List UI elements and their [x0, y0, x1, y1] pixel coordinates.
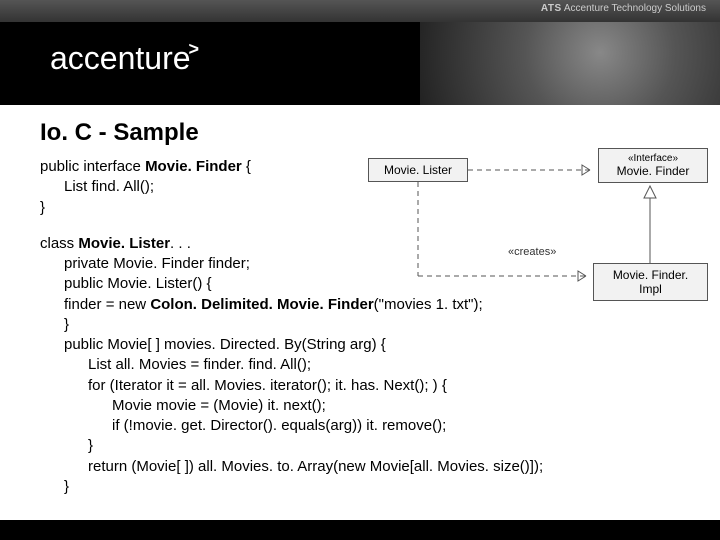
- code-text: Movie. Lister: [78, 235, 170, 252]
- ats-label: ATS Accenture Technology Solutions: [541, 3, 706, 14]
- code-text: public interface: [40, 158, 145, 175]
- code-text: Movie. Finder: [145, 158, 246, 175]
- ats-rest: Accenture Technology Solutions: [562, 3, 706, 14]
- code-text: public Movie[ ] movies. Directed. By(Str…: [40, 335, 692, 355]
- code-text: {: [246, 158, 251, 175]
- code-block-2: class Movie. Lister. . . private Movie. …: [40, 234, 692, 497]
- code-text: Colon. Delimited. Movie. Finder: [150, 296, 373, 313]
- code-text: List find. All();: [40, 177, 692, 197]
- slide-content: Io. C - Sample public interface Movie. F…: [0, 105, 720, 497]
- code-text: class: [40, 235, 78, 252]
- code-text: Movie movie = (Movie) it. next();: [40, 396, 692, 416]
- code-text: }: [40, 436, 692, 456]
- code-text: List all. Movies = finder. find. All();: [40, 355, 692, 375]
- accenture-logo: accenture>: [50, 40, 201, 77]
- code-text: for (Iterator it = all. Movies. iterator…: [40, 376, 692, 396]
- logo-arrow-icon: >: [189, 39, 200, 59]
- code-text: }: [40, 477, 692, 497]
- slide-title: Io. C - Sample: [40, 119, 692, 147]
- ats-strong: ATS: [541, 3, 562, 14]
- logo-text: accenture: [50, 40, 191, 76]
- header-top-strip: ATS Accenture Technology Solutions: [0, 0, 720, 22]
- code-text: public Movie. Lister() {: [40, 274, 692, 294]
- code-text: if (!movie. get. Director(). equals(arg)…: [40, 416, 692, 436]
- header-bar: ATS Accenture Technology Solutions accen…: [0, 0, 720, 105]
- code-text: }: [40, 198, 692, 218]
- code-text: return (Movie[ ]) all. Movies. to. Array…: [40, 457, 692, 477]
- code-text: ("movies 1. txt");: [374, 296, 483, 313]
- code-text: . . .: [170, 235, 191, 252]
- code-text: private Movie. Finder finder;: [40, 254, 692, 274]
- code-block-1: public interface Movie. Finder { List fi…: [40, 157, 692, 218]
- code-text: finder = new: [64, 296, 150, 313]
- code-text: }: [40, 315, 692, 335]
- footer-bar: [0, 520, 720, 540]
